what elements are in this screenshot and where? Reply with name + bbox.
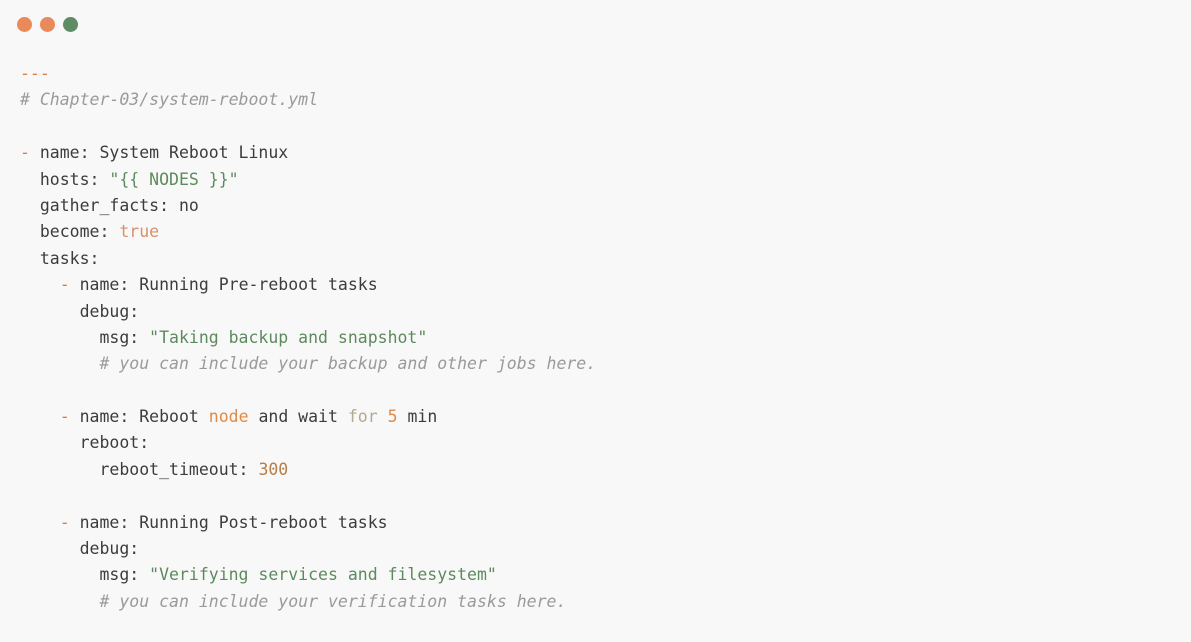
- code-line: debug:: [20, 299, 596, 325]
- code-line: ---: [20, 61, 596, 87]
- code-token-kwhl: 5: [387, 407, 398, 427]
- code-token-plain: reboot:: [79, 433, 150, 453]
- close-button[interactable]: [17, 17, 32, 32]
- code-token-plain: tasks:: [39, 248, 100, 268]
- code-line: tasks:: [20, 246, 596, 272]
- code-token-comment: # you can include your verification task…: [99, 591, 567, 611]
- code-line: # you can include your verification task…: [20, 589, 596, 615]
- code-line: reboot:: [20, 430, 596, 456]
- code-token-plain: min: [397, 407, 438, 427]
- code-token-comment: # you can include your backup and other …: [99, 354, 597, 374]
- code-line: - name: Running Pre-reboot tasks: [20, 272, 596, 298]
- code-line: # you can include your backup and other …: [20, 351, 596, 377]
- code-token-plain: hosts:: [39, 169, 110, 189]
- code-token-plain: msg:: [99, 565, 150, 585]
- code-line: # Chapter-03/system-reboot.yml: [20, 87, 596, 113]
- code-token-plain: name: Reboot: [79, 407, 209, 427]
- code-line: hosts: "{{ NODES }}": [20, 167, 596, 193]
- code-token-kwdim: for: [347, 407, 378, 427]
- code-token-dash: -: [20, 143, 40, 163]
- code-token-str: "Taking backup and snapshot": [149, 327, 428, 347]
- code-token-kwhl: node: [208, 407, 249, 427]
- code-line: become: true: [20, 219, 596, 245]
- code-token-bool: true: [119, 222, 160, 242]
- code-line: msg: "Taking backup and snapshot": [20, 325, 596, 351]
- code-token-plain: debug:: [79, 539, 140, 559]
- code-line: - name: System Reboot Linux: [20, 140, 596, 166]
- code-token-plain: debug:: [79, 301, 140, 321]
- code-token-comment: # Chapter-03/system-reboot.yml: [20, 90, 319, 110]
- code-token-dash: -: [59, 512, 80, 532]
- code-token-num: 300: [258, 459, 289, 479]
- code-token-dash: -: [59, 407, 80, 427]
- code-token-plain: become:: [39, 222, 120, 242]
- minimize-button[interactable]: [40, 17, 55, 32]
- code-token-plain: name: System Reboot Linux: [39, 143, 289, 163]
- code-window: --- # Chapter-03/system-reboot.yml - name…: [0, 0, 1191, 642]
- code-token-plain: reboot_timeout:: [99, 459, 259, 479]
- code-line: - name: Running Post-reboot tasks: [20, 510, 596, 536]
- code-token-plain: name: Running Pre-reboot tasks: [79, 275, 378, 295]
- code-line: gather_facts: no: [20, 193, 596, 219]
- zoom-button[interactable]: [63, 17, 78, 32]
- code-token-str: "{{ NODES }}": [109, 169, 239, 189]
- code-line: reboot_timeout: 300: [20, 457, 596, 483]
- code-token-sep: ---: [20, 64, 50, 83]
- code-line: - name: Reboot node and wait for 5 min: [20, 404, 596, 430]
- code-token-plain: and wait: [248, 407, 348, 427]
- code-token-str: "Verifying services and filesystem": [149, 565, 497, 585]
- code-line: msg: "Verifying services and filesystem": [20, 562, 596, 588]
- code-block: --- # Chapter-03/system-reboot.yml - name…: [20, 61, 596, 615]
- code-token-plain: msg:: [99, 327, 150, 347]
- code-token-plain: name: Running Post-reboot tasks: [79, 512, 388, 532]
- code-line: debug:: [20, 536, 596, 562]
- code-token-dash: -: [59, 275, 80, 295]
- window-controls: [17, 17, 78, 32]
- code-token-plain: gather_facts: no: [39, 195, 199, 215]
